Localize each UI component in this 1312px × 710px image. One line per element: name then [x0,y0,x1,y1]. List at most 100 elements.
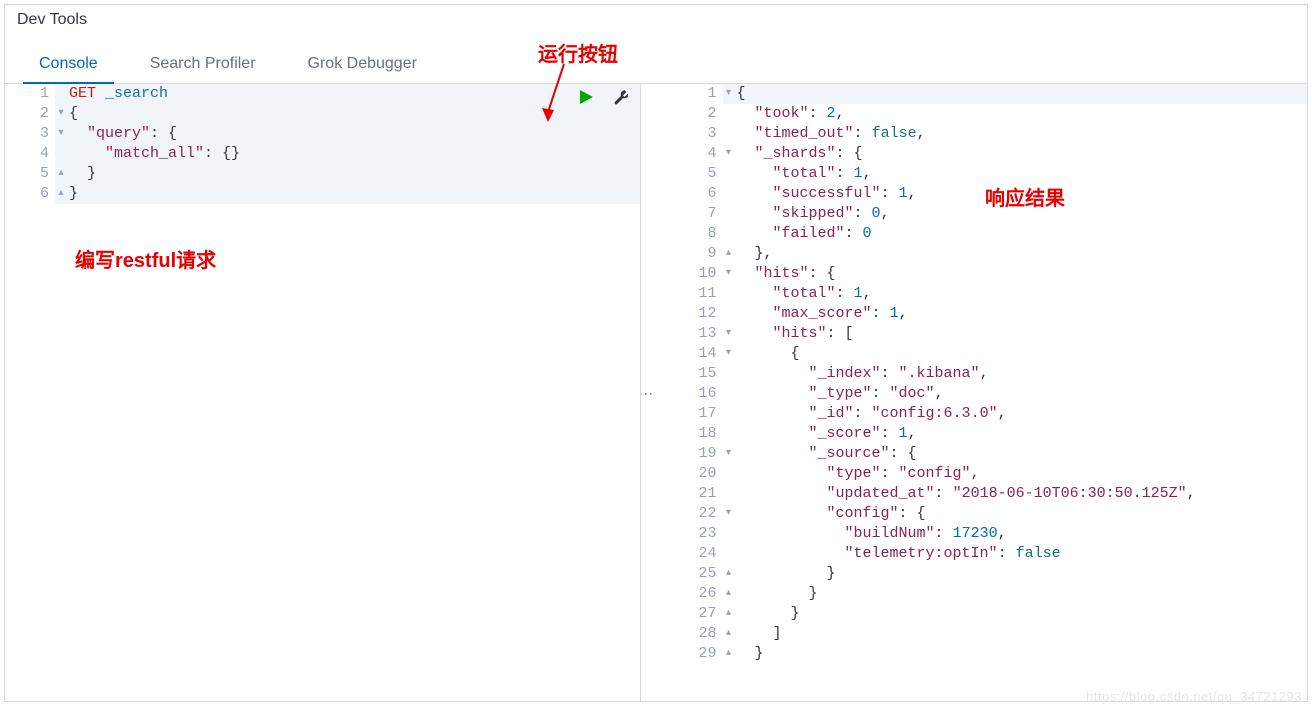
code-content[interactable]: "timed_out": false, [735,124,1308,144]
fold-toggle-icon[interactable]: ▾ [723,264,735,284]
code-content[interactable]: { [735,84,1308,104]
fold-toggle-icon[interactable]: ▾ [723,344,735,364]
code-content[interactable]: "_shards": { [735,144,1308,164]
fold-toggle-icon[interactable]: ▴ [55,164,67,184]
fold-toggle-icon[interactable]: ▾ [55,124,67,144]
fold-toggle-icon[interactable]: ▴ [55,184,67,204]
code-content[interactable]: "hits": { [735,264,1308,284]
fold-toggle-icon[interactable]: ▾ [723,324,735,344]
editor-line[interactable]: 20 "type": "config", [673,464,1308,484]
editor-line[interactable]: 24 "telemetry:optIn": false [673,544,1308,564]
fold-toggle-icon [723,404,735,424]
tab-console[interactable]: Console [23,47,114,83]
splitter[interactable]: ⋮ [641,84,653,701]
code-content[interactable]: ] [735,624,1308,644]
code-content[interactable]: } [735,604,1308,624]
editor-line[interactable]: 11 "total": 1, [673,284,1308,304]
code-content[interactable]: "buildNum": 17230, [735,524,1308,544]
wrench-icon[interactable] [612,89,628,110]
editor-line[interactable]: 25▴ } [673,564,1308,584]
code-content[interactable]: { [735,344,1308,364]
editor-line[interactable]: 1▾{ [673,84,1308,104]
editor-line[interactable]: 5▴ } [5,164,640,184]
fold-toggle-icon[interactable]: ▾ [723,504,735,524]
code-content[interactable]: "telemetry:optIn": false [735,544,1308,564]
editor-line[interactable]: 14▾ { [673,344,1308,364]
fold-toggle-icon [723,224,735,244]
tab-search-profiler[interactable]: Search Profiler [134,47,272,83]
code-content[interactable]: } [735,564,1308,584]
code-content[interactable]: "total": 1, [735,164,1308,184]
fold-toggle-icon[interactable]: ▾ [723,84,735,104]
fold-toggle-icon[interactable]: ▴ [723,624,735,644]
editor-line[interactable]: 8 "failed": 0 [673,224,1308,244]
code-content[interactable]: GET _search [67,84,640,104]
code-content[interactable]: "_type": "doc", [735,384,1308,404]
editor-line[interactable]: 23 "buildNum": 17230, [673,524,1308,544]
code-content[interactable]: } [735,644,1308,664]
code-content[interactable]: } [67,164,640,184]
fold-toggle-icon[interactable]: ▴ [723,244,735,264]
fold-toggle-icon[interactable]: ▾ [723,444,735,464]
response-editor[interactable]: 1▾{2 "took": 2,3 "timed_out": false,4▾ "… [673,84,1308,664]
fold-toggle-icon[interactable]: ▾ [723,144,735,164]
code-content[interactable]: } [735,584,1308,604]
code-content[interactable]: "_source": { [735,444,1308,464]
editor-line[interactable]: 5 "total": 1, [673,164,1308,184]
line-number: 12 [673,304,723,324]
code-content[interactable]: } [67,184,640,204]
fold-toggle-icon[interactable]: ▾ [55,104,67,124]
editor-line[interactable]: 2 "took": 2, [673,104,1308,124]
line-number: 7 [673,204,723,224]
editor-line[interactable]: 18 "_score": 1, [673,424,1308,444]
play-icon[interactable] [578,89,594,110]
code-content[interactable]: "max_score": 1, [735,304,1308,324]
editor-line[interactable]: 2▾{ [5,104,640,124]
code-content[interactable]: "failed": 0 [735,224,1308,244]
fold-toggle-icon[interactable]: ▴ [723,564,735,584]
editor-line[interactable]: 15 "_index": ".kibana", [673,364,1308,384]
code-content[interactable]: "type": "config", [735,464,1308,484]
editor-line[interactable]: 9▴ }, [673,244,1308,264]
editor-line[interactable]: 3 "timed_out": false, [673,124,1308,144]
fold-toggle-icon[interactable]: ▴ [723,644,735,664]
code-content[interactable]: "config": { [735,504,1308,524]
editor-line[interactable]: 6▴} [5,184,640,204]
editor-line[interactable]: 4 "match_all": {} [5,144,640,164]
code-content[interactable]: "took": 2, [735,104,1308,124]
editor-line[interactable]: 12 "max_score": 1, [673,304,1308,324]
editor-line[interactable]: 4▾ "_shards": { [673,144,1308,164]
code-content[interactable]: { [67,104,640,124]
code-content[interactable]: "match_all": {} [67,144,640,164]
editor-line[interactable]: 26▴ } [673,584,1308,604]
editor-line[interactable]: 3▾ "query": { [5,124,640,144]
editor-line[interactable]: 21 "updated_at": "2018-06-10T06:30:50.12… [673,484,1308,504]
request-editor[interactable]: 1GET _search2▾{3▾ "query": {4 "match_all… [5,84,640,204]
editor-line[interactable]: 7 "skipped": 0, [673,204,1308,224]
editor-line[interactable]: 17 "_id": "config:6.3.0", [673,404,1308,424]
code-content[interactable]: "successful": 1, [735,184,1308,204]
code-content[interactable]: "total": 1, [735,284,1308,304]
fold-toggle-icon[interactable]: ▴ [723,584,735,604]
code-content[interactable]: "_score": 1, [735,424,1308,444]
editor-line[interactable]: 29▴ } [673,644,1308,664]
code-content[interactable]: "hits": [ [735,324,1308,344]
editor-line[interactable]: 27▴ } [673,604,1308,624]
code-content[interactable]: }, [735,244,1308,264]
code-content[interactable]: "updated_at": "2018-06-10T06:30:50.125Z"… [735,484,1308,504]
editor-line[interactable]: 6 "successful": 1, [673,184,1308,204]
tab-grok-debugger[interactable]: Grok Debugger [292,47,433,83]
code-content[interactable]: "skipped": 0, [735,204,1308,224]
line-number: 26 [673,584,723,604]
editor-line[interactable]: 22▾ "config": { [673,504,1308,524]
editor-line[interactable]: 1GET _search [5,84,640,104]
code-content[interactable]: "query": { [67,124,640,144]
editor-line[interactable]: 16 "_type": "doc", [673,384,1308,404]
editor-line[interactable]: 28▴ ] [673,624,1308,644]
fold-toggle-icon[interactable]: ▴ [723,604,735,624]
editor-line[interactable]: 10▾ "hits": { [673,264,1308,284]
code-content[interactable]: "_id": "config:6.3.0", [735,404,1308,424]
editor-line[interactable]: 19▾ "_source": { [673,444,1308,464]
editor-line[interactable]: 13▾ "hits": [ [673,324,1308,344]
code-content[interactable]: "_index": ".kibana", [735,364,1308,384]
